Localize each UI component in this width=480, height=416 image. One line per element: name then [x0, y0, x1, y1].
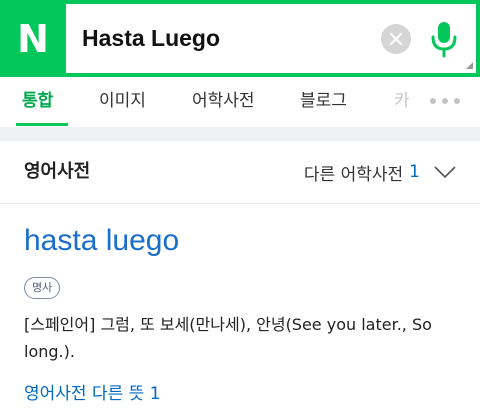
other-dictionaries-toggle[interactable]: 다른 어학사전 1 [304, 141, 456, 203]
other-dictionaries-label: 다른 어학사전 [303, 164, 404, 185]
part-of-speech-badge: 명사 [24, 277, 61, 299]
close-icon [389, 32, 403, 46]
chevron-down-icon [434, 166, 456, 178]
mic-icon [431, 22, 457, 58]
dot-icon [442, 98, 448, 104]
dictionary-header: 영어사전 다른 어학사전 1 [0, 141, 480, 204]
tab-all[interactable]: 통합 [22, 77, 53, 125]
search-input-box[interactable]: Hasta Luego [66, 4, 476, 73]
other-dictionaries-count: 1 [409, 162, 420, 182]
search-input[interactable]: Hasta Luego [82, 4, 220, 73]
naver-logo[interactable]: N [0, 0, 66, 77]
dictionary-card: 영어사전 다른 어학사전 1 hasta luego 명사 [스페인어] 그럼,… [0, 141, 480, 416]
search-bar: N Hasta Luego [0, 0, 480, 77]
logo-letter: N [17, 16, 49, 61]
tab-dictionary[interactable]: 어학사전 [192, 77, 255, 125]
voice-search-button[interactable] [430, 20, 458, 58]
tab-images[interactable]: 이미지 [99, 77, 146, 125]
tab-cafe[interactable]: 카 [394, 77, 410, 125]
dot-icon [454, 98, 460, 104]
more-meanings-link[interactable]: 영어사전 다른 뜻 1 [24, 379, 161, 404]
entry-headword[interactable]: hasta luego [24, 224, 179, 258]
section-divider [0, 127, 480, 141]
tab-blog[interactable]: 블로그 [300, 77, 347, 125]
dictionary-title: 영어사전 [24, 161, 91, 182]
resize-corner-icon [466, 62, 473, 69]
clear-button[interactable] [381, 24, 411, 54]
dot-icon [430, 98, 436, 104]
search-tabs: 통합 이미지 어학사전 블로그 카 [0, 77, 480, 127]
more-tabs-button[interactable] [430, 77, 460, 125]
entry-meaning: [스페인어] 그럼, 또 보세(만나세), 안녕(See you later.,… [24, 315, 432, 361]
active-tab-indicator [16, 123, 68, 126]
